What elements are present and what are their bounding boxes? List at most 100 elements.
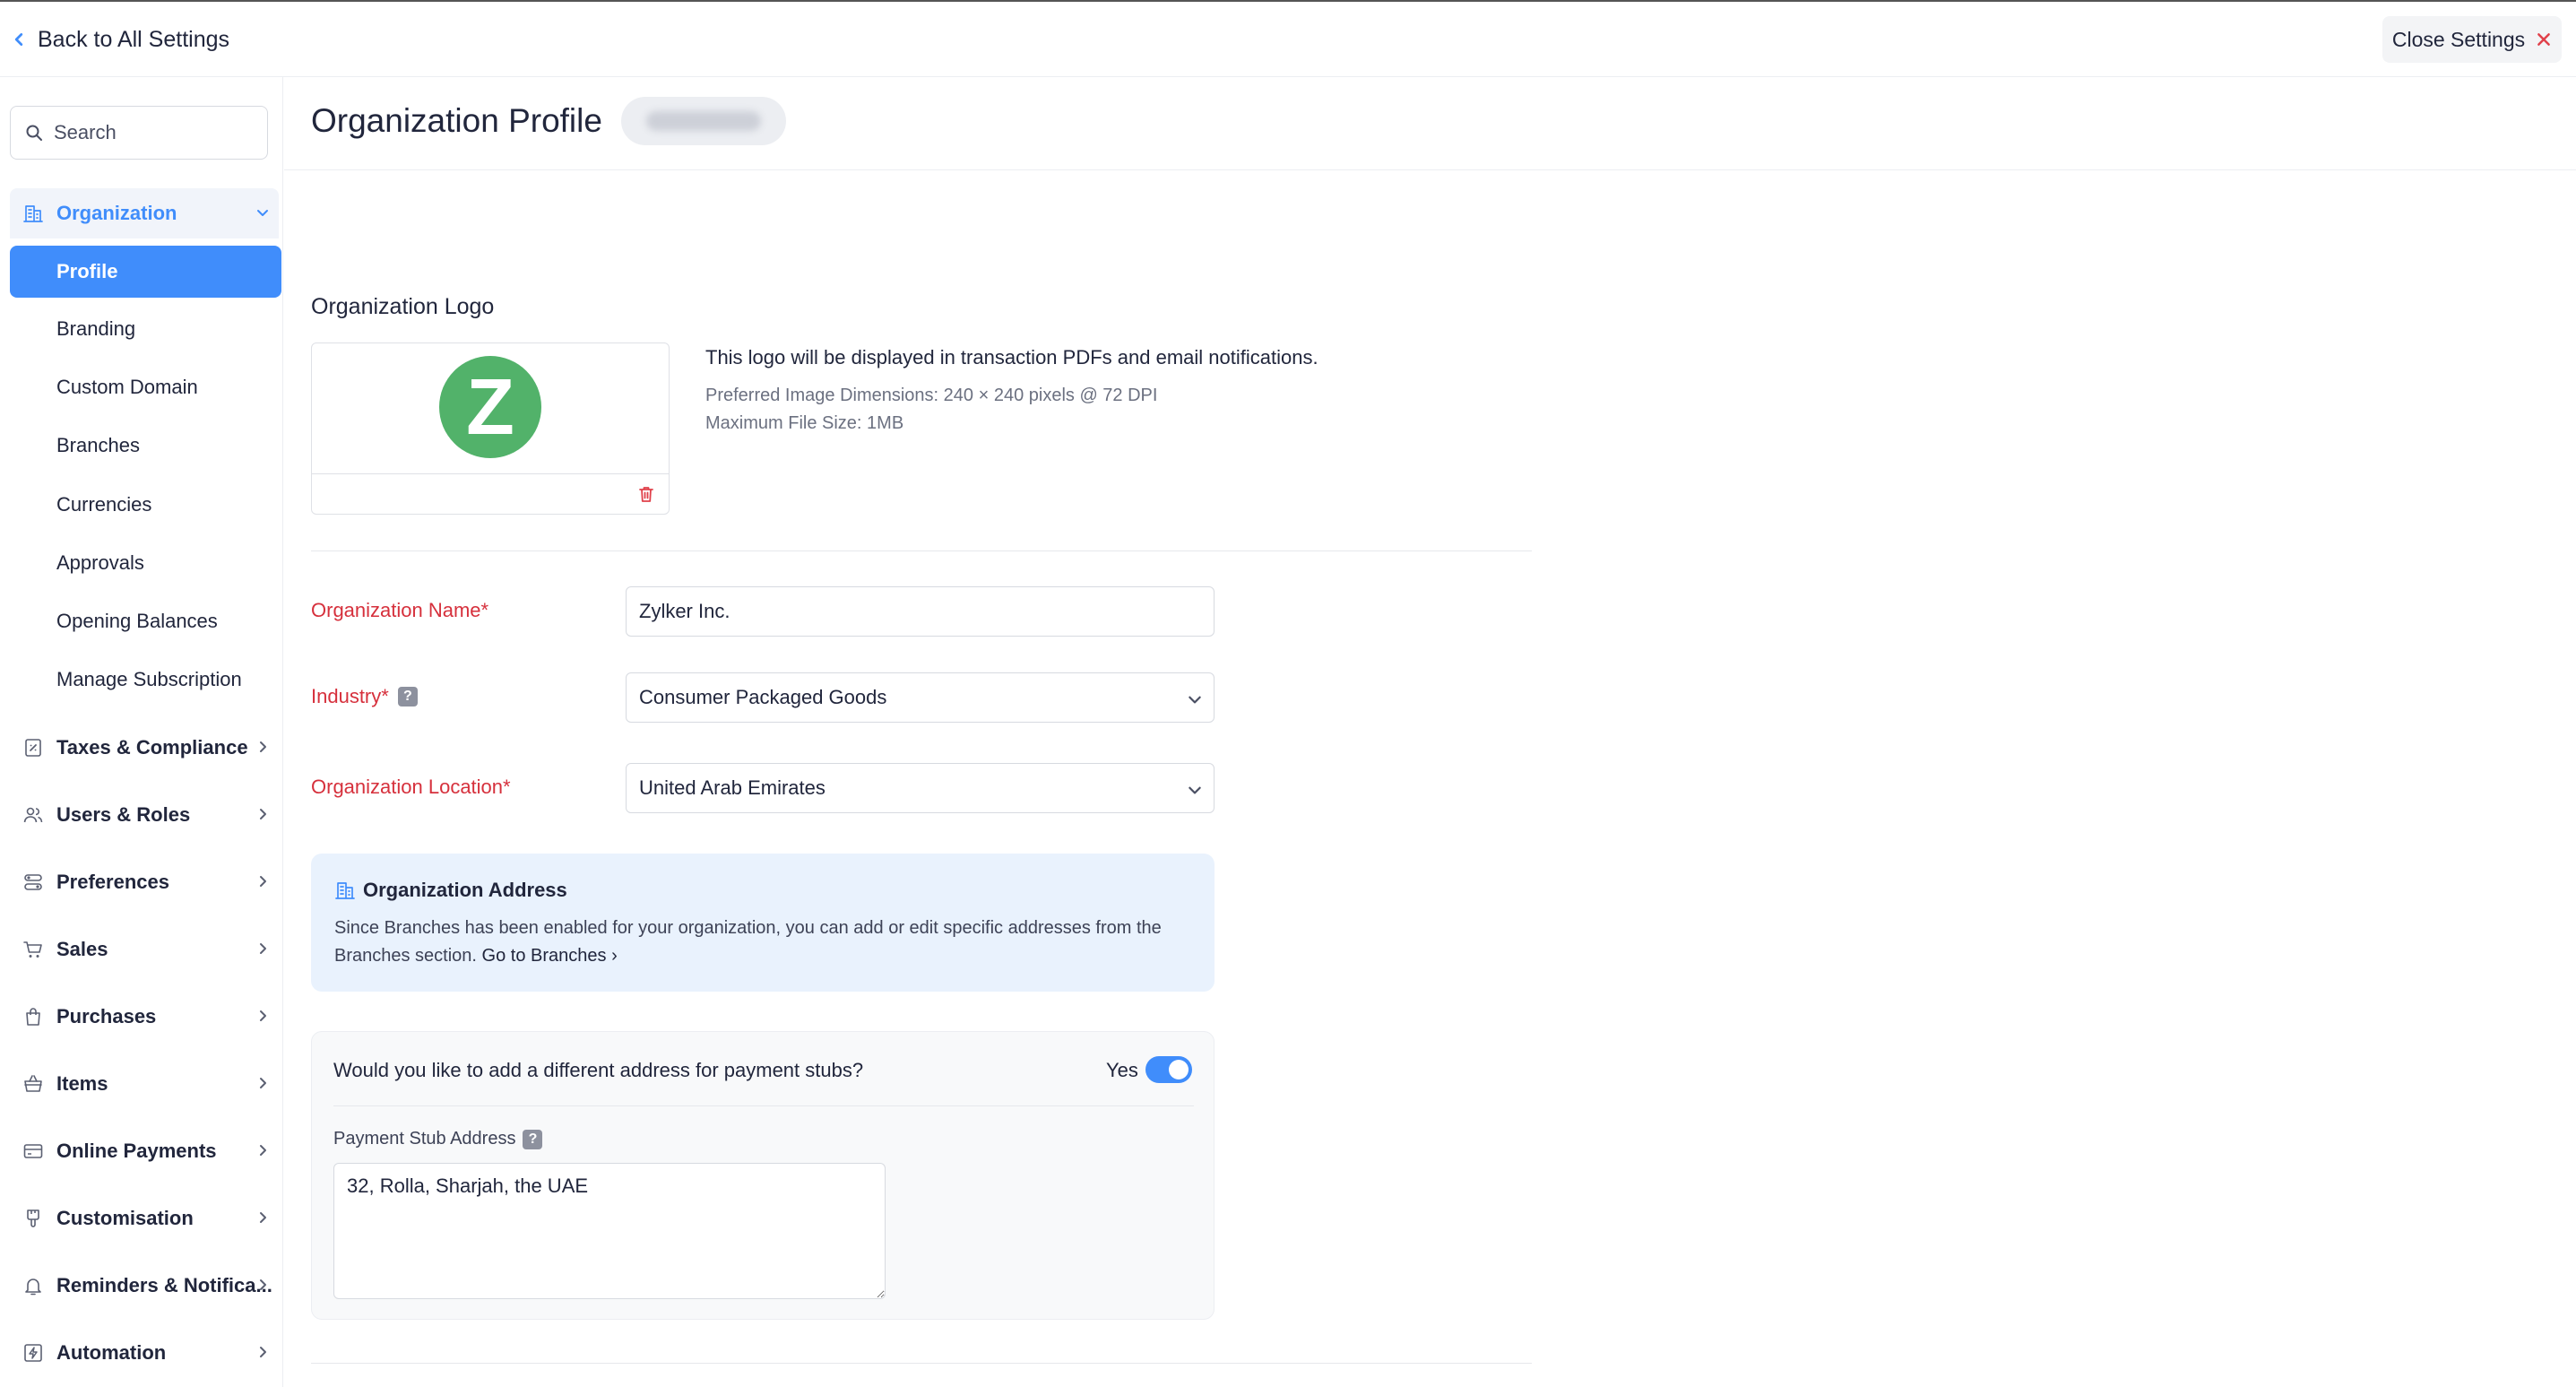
chevron-down-icon	[1189, 786, 1201, 794]
sidebar-group-preferences[interactable]: Preferences	[10, 857, 279, 907]
chevron-right-icon	[260, 1279, 266, 1290]
logo-max-size-hint: Maximum File Size: 1MB	[705, 413, 904, 433]
organization-location-label: Organization Location*	[311, 776, 511, 799]
help-icon[interactable]: ?	[397, 687, 418, 707]
organization-logo: Z	[439, 356, 541, 458]
users-icon	[23, 807, 43, 823]
logo-preview[interactable]: Z	[312, 343, 669, 473]
chevron-right-icon	[260, 1010, 266, 1021]
toggle-label: Yes	[1106, 1059, 1138, 1081]
chevron-right-icon	[260, 1347, 266, 1357]
sidebar-item-manage-subscription[interactable]: Manage Subscription	[10, 654, 281, 706]
bag-icon	[26, 1008, 40, 1026]
card-icon	[23, 1144, 43, 1158]
close-icon	[2537, 33, 2551, 46]
search-icon	[26, 125, 42, 141]
trash-icon[interactable]	[638, 485, 654, 503]
sidebar-item-custom-domain[interactable]: Custom Domain	[10, 361, 281, 413]
chevron-left-icon	[14, 33, 23, 46]
organization-name-label-text: Organization Name*	[311, 599, 489, 621]
section-divider	[311, 1363, 1532, 1364]
close-settings-button[interactable]: Close Settings	[2382, 16, 2562, 63]
sidebar-group-label: Preferences	[56, 871, 169, 893]
chevron-right-icon	[260, 1212, 266, 1223]
sidebar-group-label: Taxes & Compliance	[56, 736, 248, 759]
organization-name-label: Organization Name*	[311, 599, 488, 622]
sidebar-group-customisation[interactable]: Customisation	[10, 1193, 279, 1244]
sidebar-group-taxes-compliance[interactable]: Taxes & Compliance	[10, 723, 279, 773]
address-card-header: Organization Address	[334, 879, 567, 902]
logo-actions	[312, 473, 669, 514]
building-icon	[335, 882, 355, 899]
payment-stub-address-textarea[interactable]: 32, Rolla, Sharjah, the UAE	[333, 1163, 886, 1299]
industry-label: Industry* ?	[311, 685, 418, 708]
page-header: Organization Profile	[284, 77, 2576, 170]
organization-address-card: Organization Address Since Branches has …	[311, 854, 1215, 992]
help-icon[interactable]: ?	[523, 1129, 543, 1149]
bolt-icon	[24, 1344, 42, 1362]
go-to-branches-link[interactable]: Go to Branches ›	[482, 946, 618, 966]
sidebar-item-currencies[interactable]: Currencies	[10, 479, 281, 531]
chevron-right-icon	[260, 943, 266, 954]
address-card-title: Organization Address	[363, 879, 567, 901]
sidebar-group-label: Purchases	[56, 1005, 157, 1027]
organization-id-badge	[621, 97, 786, 145]
sidebar-group-automation[interactable]: Automation	[10, 1328, 279, 1378]
sidebar-item-branding[interactable]: Branding	[10, 303, 281, 355]
sidebar-group-label: Items	[56, 1072, 108, 1095]
location-selected-value: United Arab Emirates	[639, 776, 826, 799]
preferences-icon	[24, 874, 42, 890]
logo-letter: Z	[466, 362, 514, 451]
sidebar-group-purchases[interactable]: Purchases	[10, 992, 279, 1042]
chevron-right-icon	[260, 1078, 266, 1088]
sidebar-group-label: Organization	[56, 202, 177, 224]
sidebar-item-opening-balances[interactable]: Opening Balances	[10, 595, 281, 647]
section-divider	[311, 550, 1532, 551]
building-icon	[23, 205, 43, 222]
logo-description: This logo will be displayed in transacti…	[705, 346, 1318, 368]
settings-sidebar: Organization Profile Branding Custom Dom…	[0, 77, 283, 1387]
brush-icon	[27, 1209, 39, 1227]
sidebar-group-sales[interactable]: Sales	[10, 924, 279, 975]
sidebar-group-users-roles[interactable]: Users & Roles	[10, 790, 279, 840]
sidebar-group-online-payments[interactable]: Online Payments	[10, 1126, 279, 1176]
back-to-settings-link[interactable]: Back to All Settings	[11, 22, 229, 57]
logo-upload-box[interactable]: Z	[311, 342, 670, 515]
payment-stub-question: Would you like to add a different addres…	[333, 1059, 864, 1081]
payment-stub-toggle[interactable]	[1145, 1056, 1192, 1083]
back-link-label: Back to All Settings	[38, 26, 230, 52]
chevron-right-icon	[260, 876, 266, 887]
industry-selected-value: Consumer Packaged Goods	[639, 686, 887, 708]
top-bar: Back to All Settings Close Settings	[0, 2, 2576, 77]
card-divider	[333, 1105, 1194, 1106]
sidebar-item-branches[interactable]: Branches	[10, 420, 281, 472]
sidebar-group-reminders-notifications[interactable]: Reminders & Notifica...	[10, 1261, 279, 1311]
chevron-down-icon	[257, 210, 268, 216]
payment-stub-address-label: Payment Stub Address ?	[333, 1129, 543, 1149]
payment-stub-address-label-text: Payment Stub Address	[333, 1129, 516, 1149]
search-box[interactable]	[10, 106, 268, 160]
payment-stub-card: Would you like to add a different addres…	[311, 1031, 1215, 1320]
bell-icon	[25, 1279, 41, 1296]
address-card-message: Since Branches has been enabled for your…	[334, 918, 1162, 966]
basket-icon	[24, 1075, 42, 1092]
sidebar-group-label: Reminders & Notifica...	[56, 1274, 272, 1296]
chevron-right-icon	[260, 809, 266, 819]
sidebar-group-organization[interactable]: Organization	[10, 188, 279, 238]
sidebar-item-profile[interactable]: Profile	[10, 246, 281, 298]
search-input[interactable]	[54, 121, 260, 144]
sidebar-group-label: Customisation	[56, 1207, 194, 1229]
page-title: Organization Profile	[311, 102, 602, 139]
chevron-down-icon	[1189, 696, 1201, 704]
organization-location-label-text: Organization Location*	[311, 776, 511, 798]
organization-location-select[interactable]: United Arab Emirates	[626, 763, 1215, 813]
logo-dimensions-hint: Preferred Image Dimensions: 240 × 240 pi…	[705, 386, 1158, 405]
organization-name-input[interactable]	[626, 586, 1215, 637]
sidebar-group-items[interactable]: Items	[10, 1059, 279, 1109]
industry-select[interactable]: Consumer Packaged Goods	[626, 672, 1215, 723]
organization-logo-label: Organization Logo	[311, 294, 495, 319]
sidebar-item-approvals[interactable]: Approvals	[10, 537, 281, 589]
sidebar-group-label: Online Payments	[56, 1140, 217, 1162]
chevron-right-icon	[260, 741, 266, 752]
sidebar-group-label: Automation	[56, 1341, 167, 1364]
